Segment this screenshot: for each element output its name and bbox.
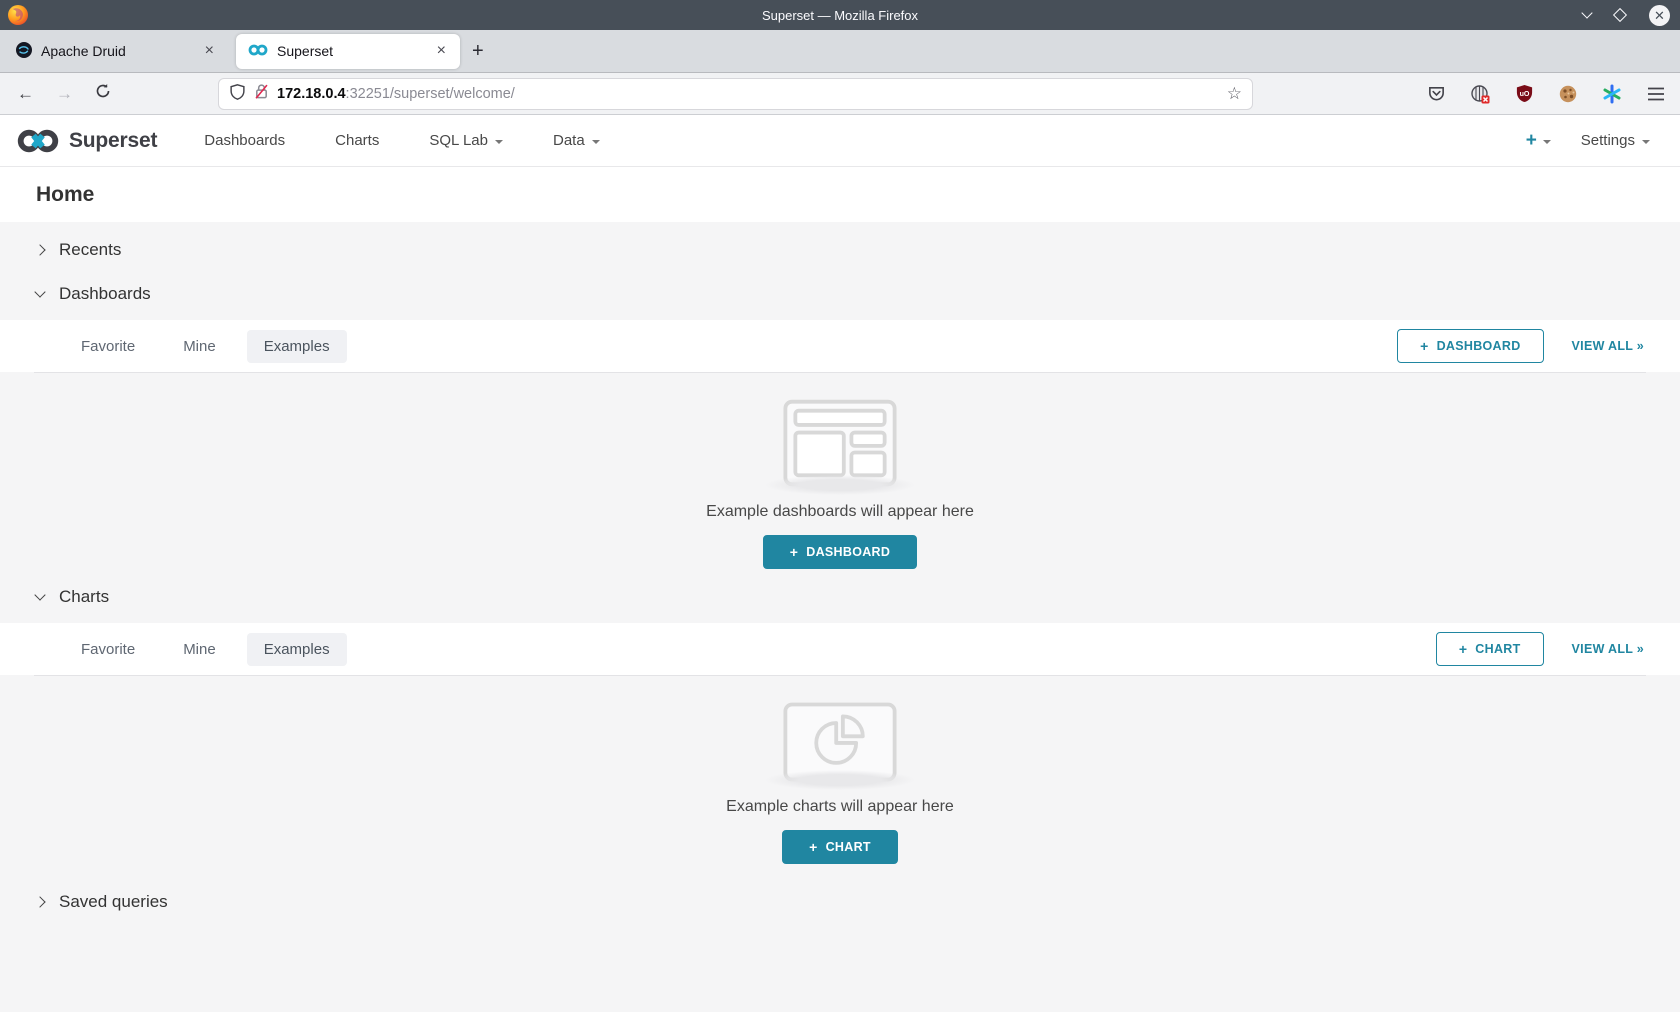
charts-empty-state: Example charts will appear here + CHART (0, 676, 1680, 872)
section-charts[interactable]: Charts (0, 575, 1680, 619)
button-label: DASHBOARD (1437, 339, 1521, 353)
nav-data[interactable]: Data (532, 124, 621, 157)
empty-dashboards-text: Example dashboards will appear here (706, 503, 974, 521)
nav-label: SQL Lab (429, 132, 488, 149)
plus-icon: + (1526, 130, 1537, 152)
superset-navbar: Superset Dashboards Charts SQL Lab Data … (0, 115, 1680, 167)
section-label: Recents (59, 240, 121, 260)
section-recents[interactable]: Recents (0, 228, 1680, 272)
view-all-charts-link[interactable]: VIEW ALL » (1572, 642, 1644, 656)
settings-menu[interactable]: Settings (1581, 132, 1650, 149)
icon-shadow (765, 475, 915, 495)
bookmark-star-icon[interactable]: ☆ (1227, 84, 1242, 104)
plus-icon: + (1459, 642, 1467, 656)
create-chart-button[interactable]: + CHART (782, 830, 898, 864)
hamburger-menu-icon[interactable] (1642, 80, 1670, 108)
brand-name: Superset (69, 129, 157, 153)
section-label: Saved queries (59, 892, 168, 912)
icon-shadow (765, 770, 915, 790)
plus-icon: + (1420, 339, 1428, 353)
dashboards-submenu: Favorite Mine Examples + DASHBOARD VIEW A… (0, 320, 1680, 372)
dashboards-empty-state: Example dashboards will appear here + DAS… (0, 373, 1680, 575)
plus-icon: + (790, 545, 798, 559)
nav-label: Charts (335, 132, 379, 149)
superset-logo[interactable]: Superset (16, 127, 157, 155)
ublock-label: uO (1519, 90, 1529, 98)
tab-mine[interactable]: Mine (166, 633, 233, 666)
page-header: Home (0, 167, 1680, 222)
nav-label: Dashboards (204, 132, 285, 149)
plus-icon: + (809, 840, 817, 854)
maximize-button[interactable] (1613, 8, 1627, 22)
section-dashboards[interactable]: Dashboards (0, 272, 1680, 316)
caret-down-icon (1543, 140, 1551, 144)
tracking-shield-icon[interactable] (229, 83, 246, 106)
section-saved-queries[interactable]: Saved queries (0, 880, 1680, 924)
superset-favicon-icon (248, 43, 268, 60)
tab-examples[interactable]: Examples (247, 633, 347, 666)
cookie-icon[interactable] (1554, 80, 1582, 108)
tab-favorite[interactable]: Favorite (64, 330, 152, 363)
tab-mine[interactable]: Mine (166, 330, 233, 363)
new-dashboard-button[interactable]: + DASHBOARD (1397, 329, 1543, 363)
chevron-right-icon (34, 896, 45, 907)
window-title: Superset — Mozilla Firefox (0, 8, 1680, 23)
druid-favicon-icon (16, 42, 32, 61)
tab-close-icon[interactable]: × (201, 41, 218, 61)
tab-superset[interactable]: Superset × (236, 34, 460, 69)
insecure-lock-icon[interactable] (254, 83, 269, 105)
button-label: DASHBOARD (806, 545, 890, 559)
chevron-down-icon (34, 589, 45, 600)
superset-infinity-icon (16, 127, 60, 155)
new-tab-button[interactable]: + (460, 38, 496, 65)
page-title: Home (36, 183, 94, 207)
chevron-right-icon (34, 244, 45, 255)
container-asterisk-icon[interactable] (1598, 80, 1626, 108)
charts-submenu: Favorite Mine Examples + CHART VIEW ALL » (0, 623, 1680, 675)
tab-title: Apache Druid (41, 43, 192, 59)
reload-button[interactable] (84, 83, 122, 104)
settings-label: Settings (1581, 132, 1635, 149)
welcome-content: Recents Dashboards Favorite Mine Example… (0, 222, 1680, 957)
window-titlebar: Superset — Mozilla Firefox ✕ (0, 0, 1680, 30)
caret-down-icon (592, 140, 600, 144)
ublock-origin-icon[interactable]: uO (1510, 80, 1538, 108)
button-label: CHART (826, 840, 871, 854)
view-all-dashboards-link[interactable]: VIEW ALL » (1572, 339, 1644, 353)
nav-dashboards[interactable]: Dashboards (183, 124, 306, 157)
create-dashboard-button[interactable]: + DASHBOARD (763, 535, 917, 569)
new-item-menu[interactable]: + (1526, 130, 1551, 152)
pocket-icon[interactable] (1422, 80, 1450, 108)
section-label: Dashboards (59, 284, 151, 304)
tab-apache-druid[interactable]: Apache Druid × (4, 34, 228, 69)
tab-favorite[interactable]: Favorite (64, 633, 152, 666)
tab-close-icon[interactable]: × (433, 41, 450, 61)
section-label: Charts (59, 587, 109, 607)
extension-blocked-icon[interactable] (1466, 80, 1494, 108)
empty-dashboard-icon (783, 399, 897, 487)
url-bar[interactable]: 172.18.0.4:32251/superset/welcome/ ☆ (218, 78, 1253, 110)
minimize-button[interactable] (1583, 13, 1591, 17)
tab-title: Superset (277, 43, 424, 59)
empty-charts-text: Example charts will appear here (726, 798, 954, 816)
button-label: CHART (1475, 642, 1520, 656)
nav-sql-lab[interactable]: SQL Lab (408, 124, 524, 157)
forward-button[interactable]: → (45, 84, 84, 104)
caret-down-icon (495, 140, 503, 144)
browser-tabbar: Apache Druid × Superset × + (0, 30, 1680, 73)
close-window-button[interactable]: ✕ (1649, 5, 1670, 26)
back-button[interactable]: ← (6, 84, 45, 104)
url-host: 172.18.0.4 (277, 86, 346, 102)
new-chart-button[interactable]: + CHART (1436, 632, 1544, 666)
url-path: :32251/superset/welcome/ (346, 86, 515, 102)
url-text: 172.18.0.4:32251/superset/welcome/ (277, 86, 1219, 102)
chevron-down-icon (34, 286, 45, 297)
caret-down-icon (1642, 140, 1650, 144)
nav-charts[interactable]: Charts (314, 124, 400, 157)
browser-toolbar: ← → 172.18.0.4:32251/superset/welcome/ ☆ (0, 73, 1680, 115)
nav-label: Data (553, 132, 585, 149)
tab-examples[interactable]: Examples (247, 330, 347, 363)
